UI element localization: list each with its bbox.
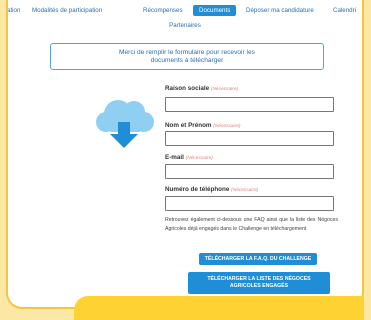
top-navigation: ation Modalités de participation Récompe… xyxy=(8,0,362,33)
required-marker: (Nécessaire) xyxy=(213,124,241,129)
nav-item-partenaires[interactable]: Partenaires xyxy=(169,22,201,29)
content-card: ation Modalités de participation Récompe… xyxy=(6,0,364,309)
download-list-label-line-1: TÉLÉCHARGER LA LISTE DES NÉGOCES xyxy=(207,276,311,282)
nom-prenom-input[interactable] xyxy=(165,131,334,146)
nav-item-deposer-candidature[interactable]: Déposer ma candidature xyxy=(241,6,319,15)
download-faq-button[interactable]: TÉLÉCHARGER LA F.A.Q. DU CHALLENGE xyxy=(199,253,317,265)
required-marker: (Nécessaire) xyxy=(231,188,259,193)
required-marker: (Nécessaire) xyxy=(185,156,213,161)
faq-info-text: Retrouvez également ci-dessous une FAQ a… xyxy=(165,217,338,232)
nav-item-calendrier[interactable]: Calendri xyxy=(328,6,361,15)
telephone-input[interactable] xyxy=(165,196,334,211)
download-list-label-line-2: AGRICOLES ENGAGÉS xyxy=(229,283,289,289)
nav-item-presentation[interactable]: ation xyxy=(8,6,25,15)
bottom-banner xyxy=(74,296,364,320)
nav-item-modalites[interactable]: Modalités de participation xyxy=(27,6,107,15)
email-input[interactable] xyxy=(165,164,334,179)
cloud-download-icon xyxy=(96,100,154,148)
notice-line-1: Merci de remplir le formulaire pour rece… xyxy=(119,49,255,56)
download-list-button[interactable]: TÉLÉCHARGER LA LISTE DES NÉGOCES AGRICOL… xyxy=(188,272,330,294)
label-email: E-mail (Nécessaire) xyxy=(165,154,213,161)
label-nom-prenom: Nom et Prénom (Nécessaire) xyxy=(165,122,241,129)
label-telephone: Numéro de téléphone (Nécessaire) xyxy=(165,186,259,193)
notice-line-2: documents à télécharger xyxy=(150,57,224,64)
nav-item-recompenses[interactable]: Récompenses xyxy=(138,6,188,15)
nav-item-documents[interactable]: Documents xyxy=(193,5,237,16)
form-notice: Merci de remplir le formulaire pour rece… xyxy=(50,43,324,70)
required-marker: (Nécessaire) xyxy=(210,87,239,92)
raison-sociale-input[interactable] xyxy=(165,97,334,112)
label-raison-sociale: Raison sociale (Nécessaire) xyxy=(165,85,239,92)
